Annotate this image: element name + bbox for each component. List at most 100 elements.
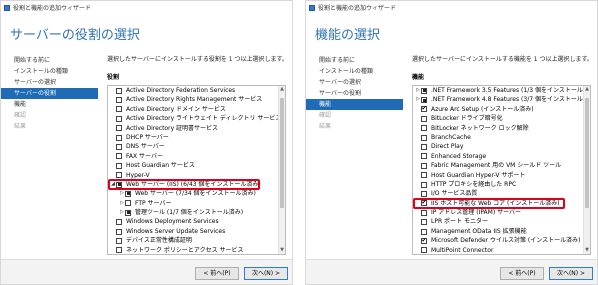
list-item[interactable]: DHCP サーバー bbox=[108, 133, 278, 142]
checkbox[interactable] bbox=[421, 209, 427, 216]
checkbox[interactable] bbox=[116, 153, 122, 160]
checkbox[interactable] bbox=[116, 134, 122, 141]
scroll-thumb[interactable] bbox=[280, 98, 284, 208]
list-item[interactable]: FAX サーバー bbox=[108, 152, 278, 161]
list-item[interactable]: Active Directory ドメイン サービス bbox=[108, 105, 278, 114]
list-item[interactable]: ▷ .NET Framework 3.5 Features (1/3 個をインスト… bbox=[413, 86, 583, 95]
wizard-step[interactable]: 機能 bbox=[1, 99, 98, 110]
list-item[interactable]: BitLocker ネットワーク ロック解除 bbox=[413, 124, 583, 133]
checkbox[interactable] bbox=[116, 228, 122, 235]
checkbox[interactable] bbox=[421, 190, 427, 197]
checkbox[interactable] bbox=[421, 134, 427, 141]
checkbox[interactable] bbox=[116, 162, 122, 169]
checkbox[interactable] bbox=[116, 144, 122, 151]
wizard-step[interactable]: サーバーの選択 bbox=[306, 77, 403, 88]
wizard-step[interactable]: インストールの種類 bbox=[306, 66, 403, 77]
checkbox[interactable] bbox=[125, 200, 131, 207]
wizard-step[interactable]: サーバーの役割 bbox=[1, 88, 98, 99]
checkbox[interactable] bbox=[125, 190, 131, 197]
checkbox[interactable]: ✔ bbox=[421, 106, 427, 113]
list-item-label: Azure Arc Setup (インストール済み) bbox=[431, 105, 534, 113]
next-button[interactable]: 次へ(N) > bbox=[244, 267, 288, 280]
list-item[interactable]: デバイス正常性構成証明 bbox=[108, 236, 278, 245]
list-item[interactable]: ◢ Web サーバー (IIS) (6/43 個をインストール済み) bbox=[108, 180, 278, 189]
scroll-down-arrow-icon[interactable]: ▼ bbox=[279, 247, 285, 254]
list-item[interactable]: Enhanced Storage bbox=[413, 152, 583, 161]
list-item[interactable]: DNS サーバー bbox=[108, 142, 278, 151]
list-item-label: .NET Framework 4.8 Features (3/7 個をインストー… bbox=[431, 96, 583, 104]
roles-list[interactable]: Active Directory Federation Services Acti… bbox=[107, 85, 286, 255]
wizard-step[interactable]: インストールの種類 bbox=[1, 66, 98, 77]
list-item[interactable]: Fabric Management 用の VM シールド ツール bbox=[413, 161, 583, 170]
list-item[interactable]: MultiPoint Connector bbox=[413, 246, 583, 254]
list-item[interactable]: LPR ポート モニター bbox=[413, 217, 583, 226]
list-item[interactable]: I/O サービス品質 bbox=[413, 189, 583, 198]
checkbox[interactable] bbox=[421, 181, 427, 188]
checkbox[interactable] bbox=[116, 97, 122, 104]
list-item[interactable]: Windows Deployment Services bbox=[108, 217, 278, 226]
list-item[interactable]: ▷ Web サーバー (7/34 個をインストール済み) bbox=[108, 189, 278, 198]
checkbox[interactable] bbox=[421, 125, 427, 132]
scroll-up-arrow-icon[interactable]: ▲ bbox=[584, 86, 590, 93]
list-item[interactable]: Host Guardian Hyper-V サポート bbox=[413, 171, 583, 180]
list-item[interactable]: ▷ .NET Framework 4.8 Features (3/7 個をインスト… bbox=[413, 95, 583, 104]
list-item[interactable]: Management OData IIS 拡張機能 bbox=[413, 227, 583, 236]
scroll-down-arrow-icon[interactable]: ▼ bbox=[584, 247, 590, 254]
list-item[interactable]: ▷ FTP サーバー bbox=[108, 199, 278, 208]
previous-button[interactable]: < 前へ(P) bbox=[500, 267, 544, 280]
checkbox[interactable] bbox=[421, 144, 427, 151]
checkbox[interactable] bbox=[116, 247, 122, 254]
scrollbar[interactable]: ▲ ▼ bbox=[278, 86, 285, 254]
checkbox[interactable] bbox=[421, 115, 427, 122]
checkbox[interactable] bbox=[421, 87, 427, 94]
scroll-thumb[interactable] bbox=[585, 98, 589, 208]
checkbox[interactable] bbox=[116, 172, 122, 179]
checkbox[interactable] bbox=[116, 181, 122, 188]
checkbox[interactable] bbox=[421, 97, 427, 104]
wizard-step[interactable]: サーバーの選択 bbox=[1, 77, 98, 88]
scrollbar[interactable]: ▲ ▼ bbox=[583, 86, 590, 254]
previous-button[interactable]: < 前へ(P) bbox=[195, 267, 239, 280]
list-item[interactable]: BitLocker ドライブ暗号化 bbox=[413, 114, 583, 123]
wizard-step[interactable]: 機能 bbox=[306, 99, 403, 110]
list-item-label: BitLocker ドライブ暗号化 bbox=[431, 115, 503, 123]
list-item[interactable]: ✔ Azure Arc Setup (インストール済み) bbox=[413, 105, 583, 114]
list-item[interactable]: Hyper-V bbox=[108, 171, 278, 180]
checkbox[interactable]: ✔ bbox=[421, 200, 427, 207]
wizard-step[interactable]: 開始する前に bbox=[306, 55, 403, 66]
checkbox[interactable] bbox=[116, 115, 122, 122]
list-item[interactable]: ▷ 管理ツール (1/7 個をインストール済み) bbox=[108, 208, 278, 217]
features-list[interactable]: ▷ .NET Framework 3.5 Features (1/3 個をインスト… bbox=[412, 85, 591, 255]
checkbox[interactable] bbox=[421, 219, 427, 226]
list-item[interactable]: ネットワーク ポリシーとアクセス サービス bbox=[108, 246, 278, 254]
checkbox[interactable] bbox=[116, 237, 122, 244]
checkbox[interactable] bbox=[421, 247, 427, 254]
list-item[interactable]: Active Directory Federation Services bbox=[108, 86, 278, 95]
wizard-step[interactable]: サーバーの役割 bbox=[306, 88, 403, 99]
wizard-step[interactable]: 開始する前に bbox=[1, 55, 98, 66]
checkbox[interactable] bbox=[421, 153, 427, 160]
list-item[interactable]: Windows Server Update Services bbox=[108, 227, 278, 236]
list-item[interactable]: Active Directory 証明書サービス bbox=[108, 124, 278, 133]
next-button[interactable]: 次へ(N) > bbox=[549, 267, 593, 280]
scroll-up-arrow-icon[interactable]: ▲ bbox=[279, 86, 285, 93]
list-item[interactable]: ✔ IIS ホスト可能な Web コア (インストール済み) bbox=[413, 199, 583, 208]
checkbox[interactable] bbox=[116, 219, 122, 226]
list-item[interactable]: Direct Play bbox=[413, 142, 583, 151]
list-item[interactable]: Active Directory ライトウェイト ディレクトリ サービス bbox=[108, 114, 278, 123]
checkbox[interactable] bbox=[116, 106, 122, 113]
wizard-step: 確認 bbox=[319, 112, 332, 119]
checkbox[interactable] bbox=[421, 172, 427, 179]
list-item[interactable]: IP アドレス管理 (IPAM) サーバー bbox=[413, 208, 583, 217]
list-item[interactable]: Active Directory Rights Management サービス bbox=[108, 95, 278, 104]
checkbox[interactable] bbox=[421, 228, 427, 235]
list-item[interactable]: Host Guardian サービス bbox=[108, 161, 278, 170]
checkbox[interactable] bbox=[125, 209, 131, 216]
list-item[interactable]: HTTP プロキシを経由した RPC bbox=[413, 180, 583, 189]
list-item[interactable]: BranchCache bbox=[413, 133, 583, 142]
checkbox[interactable] bbox=[116, 125, 122, 132]
checkbox[interactable]: ✔ bbox=[421, 237, 427, 244]
list-item[interactable]: ✔ Microsoft Defender ウイルス対策 (インストール済み) bbox=[413, 236, 583, 245]
checkbox[interactable] bbox=[116, 87, 122, 94]
checkbox[interactable] bbox=[421, 162, 427, 169]
